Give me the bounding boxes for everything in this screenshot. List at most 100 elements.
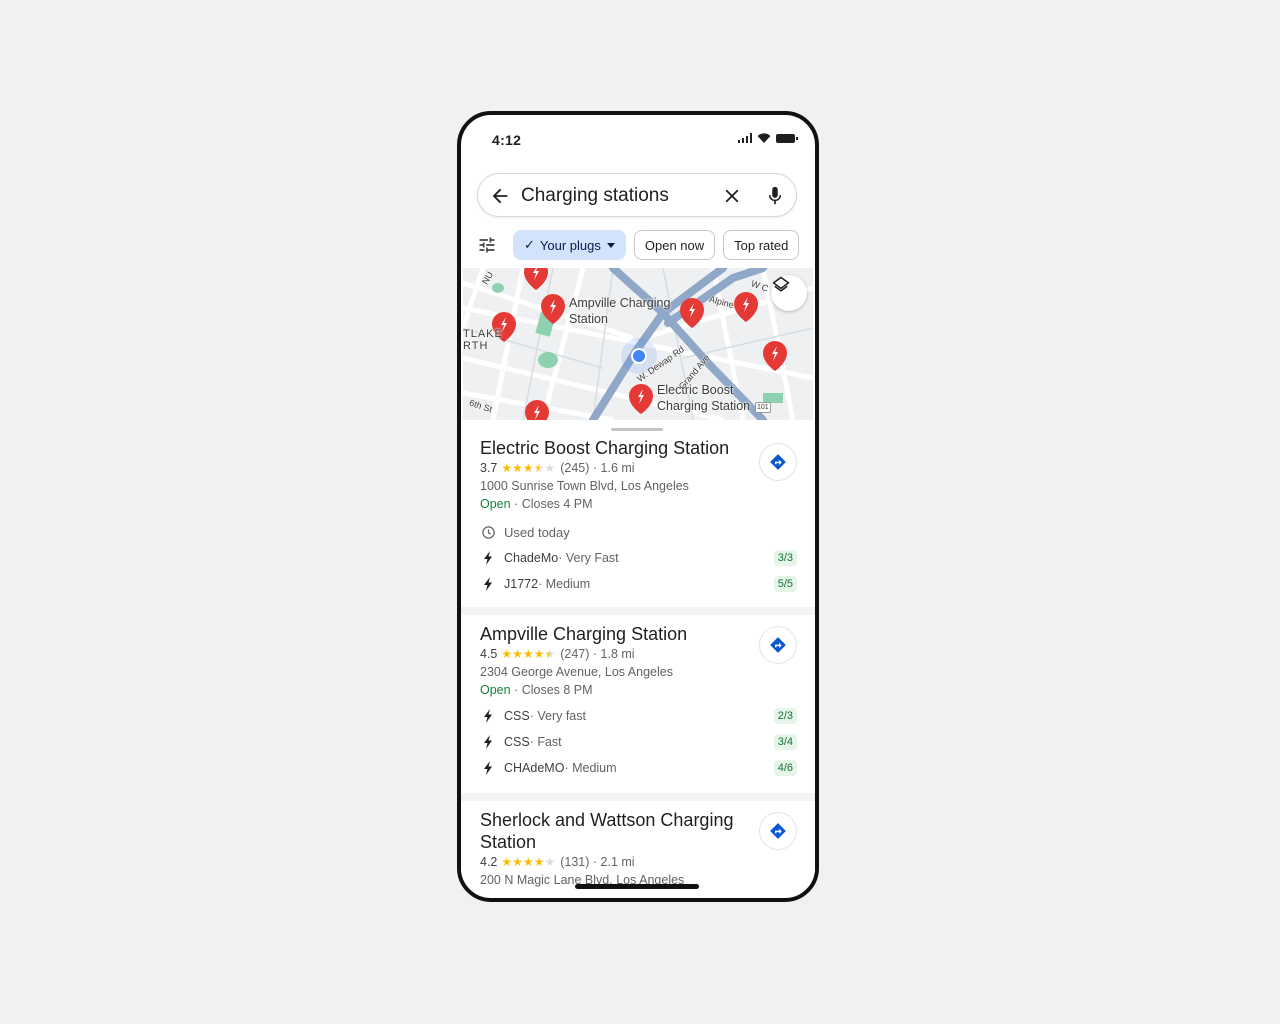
closing-time: · Closes 4 PM: [510, 497, 593, 511]
star-icon: ★: [512, 461, 523, 475]
layers-icon: [772, 276, 790, 292]
result-card[interactable]: Electric Boost Charging Station 3.7 ★ ★ ★ ★…: [461, 437, 815, 607]
phone-frame: 4:12 Charging stations ✓ Your plugs Open…: [457, 111, 819, 902]
plug-row: ChadeMo · Very Fast 3/3: [480, 549, 797, 567]
plug-type: CSS: [504, 735, 530, 749]
distance: · 1.6 mi: [592, 461, 635, 475]
plug-speed: · Very Fast: [558, 551, 619, 565]
rating-score: 4.2: [480, 855, 498, 869]
microphone-icon[interactable]: [764, 185, 786, 207]
station-name[interactable]: Sherlock and Wattson Charging Station: [480, 809, 797, 853]
plug-speed: · Medium: [538, 577, 591, 591]
chip-label: Top rated: [734, 237, 789, 253]
highway-shield: 101: [755, 402, 771, 413]
station-name[interactable]: Ampville Charging Station: [480, 623, 797, 645]
rating-score: 3.7: [480, 461, 498, 475]
star-rating: ★ ★ ★ ★ ★: [501, 856, 555, 868]
plug-type: CSS: [504, 709, 530, 723]
search-bar[interactable]: Charging stations: [477, 173, 797, 217]
plug-speed: · Medium: [564, 761, 617, 775]
layers-button[interactable]: [771, 275, 807, 311]
directions-icon: [770, 637, 786, 653]
bolt-icon: [480, 708, 496, 724]
chip-label: Open now: [644, 237, 705, 253]
plug-speed: · Very fast: [529, 709, 586, 723]
rating-row: 4.5 ★ ★ ★ ★ ★ (247) · 1.8 mi: [480, 647, 797, 661]
star-icon: ★: [501, 855, 513, 869]
tune-icon[interactable]: [477, 235, 497, 255]
used-today-row: Used today: [480, 523, 797, 541]
card-separator: [461, 793, 815, 801]
map-label-ampville[interactable]: Ampville Charging Station: [569, 295, 689, 327]
availability-badge: 3/3: [773, 550, 797, 566]
plug-row: CSS · Very fast 2/3: [480, 707, 797, 725]
status-bar: 4:12: [461, 115, 815, 165]
rating-score: 4.5: [480, 647, 498, 661]
wifi-icon: [757, 133, 771, 143]
directions-button[interactable]: [759, 812, 797, 850]
star-icon: ★: [522, 855, 534, 869]
chip-top-rated[interactable]: Top rated: [723, 230, 800, 260]
rating-row: 4.2 ★ ★ ★ ★ ★ (131) · 2.1 mi: [480, 855, 797, 869]
map-label-electric-boost[interactable]: Electric Boost Charging Station: [657, 382, 767, 414]
plug-row: J1772 · Medium 5/5: [480, 575, 797, 593]
star-icon: ★: [522, 647, 534, 661]
review-count: (247): [560, 647, 590, 661]
plug-row: CSS · Fast 3/4: [480, 733, 797, 751]
availability-badge: 2/3: [773, 708, 797, 724]
clock-icon: [480, 524, 496, 540]
chip-your-plugs[interactable]: ✓ Your plugs: [513, 230, 626, 260]
star-icon: ★: [533, 461, 545, 475]
star-icon: ★: [501, 461, 513, 475]
hours: Open · Closes 4 PM: [480, 497, 797, 511]
arrow-left-icon[interactable]: [489, 185, 511, 207]
plug-type: ChadeMo: [504, 551, 559, 565]
open-status: Open: [480, 497, 511, 511]
rating-row: 3.7 ★ ★ ★ ★ ★ (245) · 1.6 mi: [480, 461, 797, 475]
signal-icon: [737, 133, 752, 143]
bolt-icon: [480, 734, 496, 750]
chip-label: Your plugs: [539, 237, 601, 253]
result-card[interactable]: Ampville Charging Station 4.5 ★ ★ ★ ★ ★ (247…: [461, 615, 815, 793]
directions-button[interactable]: [759, 443, 797, 481]
filter-chips: ✓ Your plugs Open now Top rated: [477, 229, 815, 261]
station-name[interactable]: Electric Boost Charging Station: [480, 437, 797, 459]
bolt-icon: [480, 760, 496, 776]
home-indicator[interactable]: [575, 884, 699, 889]
plug-speed: · Fast: [529, 735, 562, 749]
bolt-icon: [480, 550, 496, 566]
closing-time: · Closes 8 PM: [510, 683, 593, 697]
availability-badge: 4/6: [773, 760, 797, 776]
search-input[interactable]: Charging stations: [521, 185, 669, 207]
address: 1000 Sunrise Town Blvd, Los Angeles: [480, 479, 689, 493]
plug-row: CHAdeMO · Medium 4/6: [480, 759, 797, 777]
distance: · 1.8 mi: [592, 647, 635, 661]
check-icon: ✓: [524, 237, 535, 252]
directions-button[interactable]: [759, 626, 797, 664]
address: 2304 George Avenue, Los Angeles: [480, 665, 673, 679]
star-rating: ★ ★ ★ ★ ★: [501, 648, 555, 660]
directions-icon: [770, 823, 786, 839]
star-icon: ★: [533, 647, 545, 661]
availability-badge: 3/4: [773, 734, 797, 750]
star-icon: ★: [512, 855, 523, 869]
plug-type: J1772: [504, 577, 539, 591]
result-card[interactable]: Sherlock and Wattson Charging Station 4.…: [461, 801, 815, 887]
star-icon: ★: [501, 647, 513, 661]
battery-icon: [776, 134, 798, 143]
open-status: Open: [480, 683, 511, 697]
card-separator: [461, 607, 815, 615]
availability-badge: 5/5: [773, 576, 797, 592]
star-icon: ★: [544, 461, 556, 475]
map-label-neighborhood: TLAKE RTH: [463, 328, 503, 352]
star-icon: ★: [544, 647, 556, 661]
star-icon: ★: [512, 647, 523, 661]
map-view[interactable]: Ampville Charging Station Electric Boost…: [463, 268, 813, 420]
review-count: (245): [560, 461, 590, 475]
directions-icon: [770, 454, 786, 470]
review-count: (131): [560, 855, 590, 869]
close-icon[interactable]: [721, 185, 743, 207]
star-icon: ★: [522, 461, 534, 475]
chip-open-now[interactable]: Open now: [633, 230, 716, 260]
sheet-drag-handle[interactable]: [611, 428, 663, 431]
